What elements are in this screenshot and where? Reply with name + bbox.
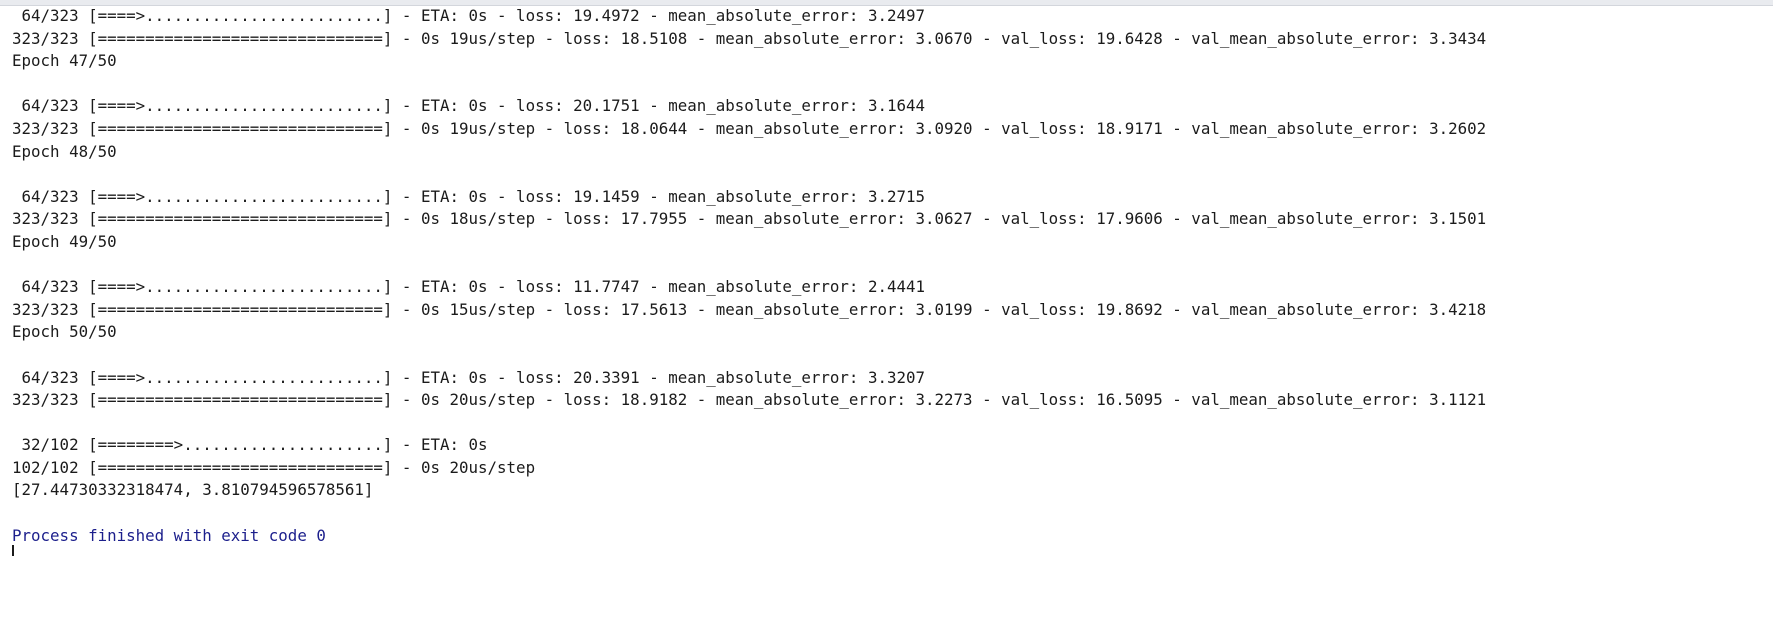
process-exit-message: Process finished with exit code 0 [12,525,326,545]
run-console-output[interactable]: 64/323 [====>.........................] … [12,5,1762,547]
console-line: 323/323 [==============================]… [12,209,1487,229]
console-line: 323/323 [==============================]… [12,118,1487,138]
console-line: Epoch 48/50 [12,141,117,161]
console-line: 64/323 [====>.........................] … [12,96,926,116]
console-line: Epoch 47/50 [12,51,117,71]
console-line: 102/102 [==============================]… [12,457,536,477]
evaluation-result-line: [27.44730332318474, 3.810794596578561] [12,480,374,500]
console-line: Epoch 49/50 [12,231,117,251]
console-line: Epoch 50/50 [12,322,117,342]
text-cursor [12,545,14,556]
console-line: 64/323 [====>.........................] … [12,6,926,25]
console-line: 323/323 [==============================]… [12,299,1487,319]
console-line: 64/323 [====>.........................] … [12,367,926,387]
console-line: 323/323 [==============================]… [12,390,1487,410]
console-line: 32/102 [========>.....................] … [12,435,488,455]
console-line: 323/323 [==============================]… [12,28,1487,48]
console-line: 64/323 [====>.........................] … [12,277,926,297]
console-line: 64/323 [====>.........................] … [12,186,926,206]
